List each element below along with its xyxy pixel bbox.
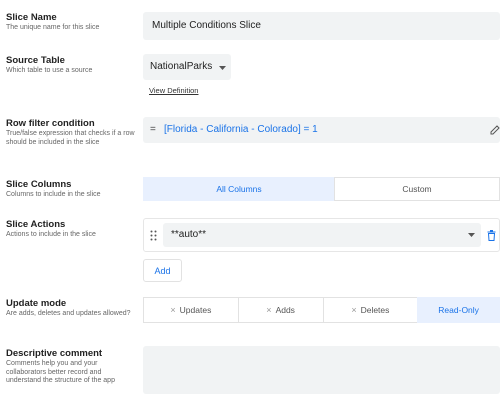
row-filter-label-group: Row filter condition True/false expressi… (6, 118, 138, 147)
slice-columns-label: Slice Columns (6, 179, 72, 190)
close-icon: × (266, 305, 272, 315)
descriptive-comment-desc: Comments help you and your collaborators… (6, 360, 115, 384)
row-filter-expression: [Florida - California - Colorado] = 1 (164, 124, 318, 135)
slice-name-label: Slice Name (6, 12, 57, 23)
adds-label: Adds (275, 305, 295, 315)
slice-columns-toggle: All Columns Custom (143, 177, 500, 201)
slice-actions-desc: Actions to include in the slice (6, 231, 96, 238)
slice-name-value: Multiple Conditions Slice (152, 20, 261, 31)
expression-edit-icon[interactable] (490, 125, 500, 135)
close-icon: × (351, 305, 357, 315)
update-mode-toggle: × Updates × Adds × Deletes Read-Only (143, 297, 500, 323)
slice-name-label-group: Slice Name The unique name for this slic… (6, 12, 138, 33)
view-definition-link[interactable]: View Definition (149, 86, 198, 95)
chevron-down-icon (219, 66, 226, 70)
chevron-down-icon (468, 233, 475, 237)
add-action-button[interactable]: Add (143, 259, 182, 282)
update-mode-desc: Are adds, deletes and updates allowed? (6, 310, 131, 317)
descriptive-comment-textarea[interactable] (143, 346, 500, 394)
source-table-label-group: Source Table Which table to use a source (6, 55, 138, 76)
slice-columns-label-group: Slice Columns Columns to include in the … (6, 179, 138, 200)
slice-name-desc: The unique name for this slice (6, 24, 100, 31)
slice-actions-label-group: Slice Actions Actions to include in the … (6, 219, 138, 240)
update-mode-label-group: Update mode Are adds, deletes and update… (6, 298, 138, 319)
delete-icon[interactable] (487, 230, 496, 241)
source-table-label: Source Table (6, 55, 65, 66)
updates-label: Updates (179, 305, 212, 315)
custom-option[interactable]: Custom (334, 177, 500, 201)
drag-handle-icon[interactable] (150, 230, 157, 241)
descriptive-comment-label: Descriptive comment (6, 348, 103, 359)
slice-action-select[interactable]: **auto** (163, 223, 481, 247)
update-mode-label: Update mode (6, 298, 67, 309)
source-table-value: NationalParks (150, 61, 213, 72)
close-icon: × (170, 305, 176, 315)
row-filter-label: Row filter condition (6, 118, 95, 129)
slice-name-input[interactable]: Multiple Conditions Slice (143, 12, 500, 40)
all-columns-option[interactable]: All Columns (143, 177, 335, 201)
equals-sign: = (150, 124, 156, 135)
row-filter-desc: True/false expression that checks if a r… (6, 130, 135, 146)
source-table-select[interactable]: NationalParks (143, 54, 231, 80)
adds-option[interactable]: × Adds (237, 297, 324, 323)
slice-action-row: **auto** (143, 218, 500, 252)
slice-action-value: **auto** (171, 229, 207, 240)
slice-columns-desc: Columns to include in the slice (6, 191, 101, 198)
deletes-label: Deletes (360, 305, 390, 315)
row-filter-input[interactable]: = [Florida - California - Colorado] = 1 (143, 117, 500, 143)
read-only-option[interactable]: Read-Only (417, 297, 500, 323)
descriptive-comment-label-group: Descriptive comment Comments help you an… (6, 348, 138, 386)
source-table-desc: Which table to use a source (6, 67, 93, 74)
updates-option[interactable]: × Updates (143, 297, 239, 323)
slice-actions-label: Slice Actions (6, 219, 66, 230)
deletes-option[interactable]: × Deletes (322, 297, 419, 323)
